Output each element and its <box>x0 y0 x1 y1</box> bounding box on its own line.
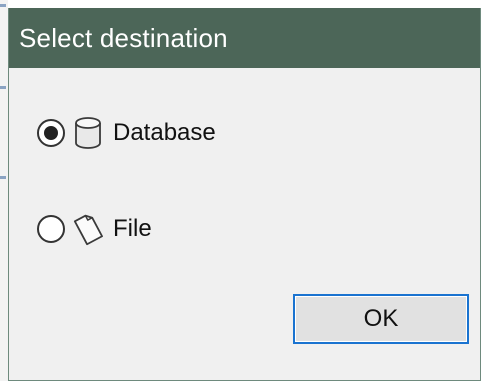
background-text-fragment <box>0 4 6 7</box>
option-database[interactable]: Database <box>37 113 216 153</box>
background-window-edge <box>0 0 8 381</box>
radio-selected-dot <box>44 126 58 140</box>
background-text-fragment <box>0 86 6 89</box>
dialog-titlebar[interactable]: Select destination <box>9 8 480 68</box>
screenshot-canvas: Select destination Database File OK <box>0 0 481 381</box>
database-icon <box>73 116 103 150</box>
select-destination-dialog: Select destination Database File OK <box>8 8 481 381</box>
file-radio[interactable] <box>37 215 65 243</box>
option-file[interactable]: File <box>37 209 152 249</box>
file-icon <box>73 212 103 246</box>
option-database-label: Database <box>113 119 216 146</box>
ok-button[interactable]: OK <box>293 294 469 344</box>
database-radio[interactable] <box>37 119 65 147</box>
dialog-title: Select destination <box>19 22 228 53</box>
option-file-label: File <box>113 215 152 242</box>
background-text-fragment <box>0 176 6 179</box>
